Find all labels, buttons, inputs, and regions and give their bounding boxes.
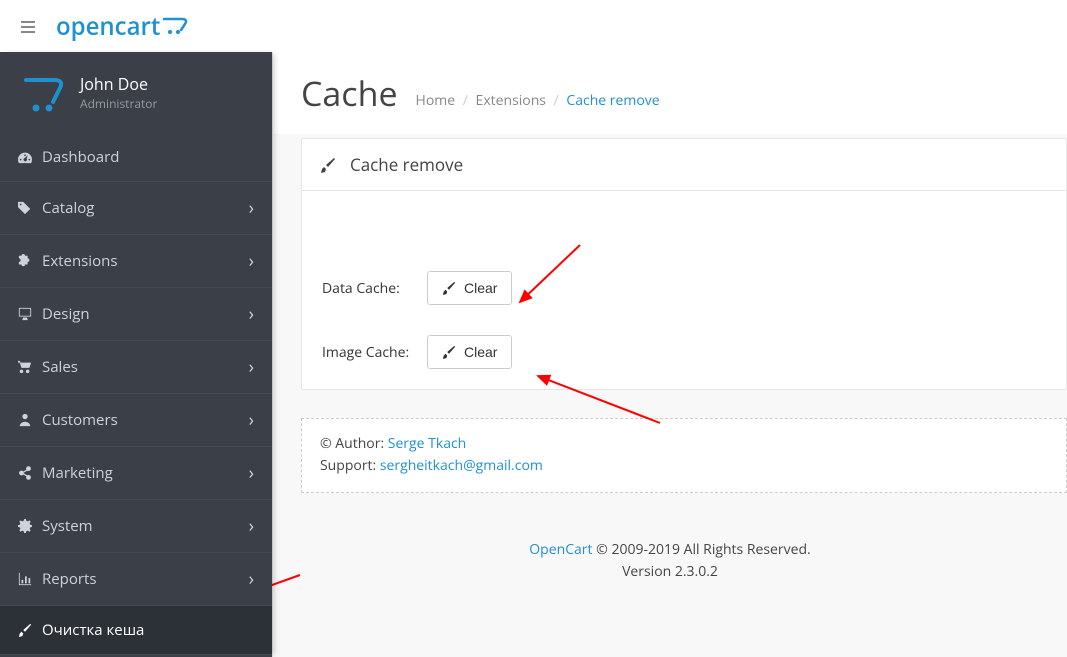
page-title: Cache [301,70,398,116]
desktop-icon [18,304,42,324]
chevron-right-icon: › [249,461,254,485]
sidebar-item-dashboard[interactable]: Dashboard [0,133,272,182]
sidebar-item-chart[interactable]: Reports› [0,553,272,606]
sidebar-item-label: Marketing [42,463,249,483]
row-data-cache: Data Cache: Clear [322,271,1046,305]
brush-icon [442,345,456,359]
clear-data-cache-button[interactable]: Clear [427,271,512,305]
sidebar-item-desktop[interactable]: Design› [0,288,272,341]
user-avatar-icon [20,70,65,115]
sidebar-item-tag[interactable]: Catalog› [0,182,272,235]
logo-text: opencart [56,10,160,43]
footer: OpenCart © 2009-2019 All Rights Reserved… [273,539,1067,584]
sidebar-item-label: Очистка кеша [42,620,254,640]
chevron-right-icon: › [249,302,254,326]
sidebar-item-user[interactable]: Customers› [0,394,272,447]
sidebar-item-label: Dashboard [42,147,254,167]
dashboard-icon [18,147,42,167]
chart-icon [18,569,42,589]
share-icon [18,463,42,483]
sidebar-item-label: Catalog [42,198,249,218]
panel-body: Data Cache: Clear Image Cache: Clear [302,191,1066,389]
sidebar-item-label: Sales [42,357,249,377]
brush-icon [320,157,336,173]
page-header: Cache Home / Extensions / Cache remove [273,52,1067,134]
brush-icon [442,281,456,295]
logo[interactable]: opencart [56,10,190,43]
support-email-link[interactable]: sergheitkach@gmail.com [380,456,543,475]
row-image-cache: Image Cache: Clear [322,335,1046,369]
label-data-cache: Data Cache: [322,279,427,298]
footer-brand-link[interactable]: OpenCart [529,540,592,559]
chevron-right-icon: › [249,567,254,591]
panel-cache-remove: Cache remove Data Cache: Clear Image Cac… [301,138,1067,390]
cog-icon [18,516,42,536]
sidebar-item-label: Extensions [42,251,249,271]
cart-icon [18,357,42,377]
chevron-right-icon: › [249,249,254,273]
chevron-right-icon: › [249,355,254,379]
sidebar-item-label: System [42,516,249,536]
panel-heading: Cache remove [302,139,1066,191]
footer-version: Version 2.3.0.2 [273,561,1067,583]
author-link[interactable]: Serge Tkach [388,434,467,453]
logo-cart-icon [162,17,190,35]
sidebar-item-label: Customers [42,410,249,430]
label-image-cache: Image Cache: [322,343,427,362]
sidebar-item-brush[interactable]: Очистка кеша [0,606,272,655]
chevron-right-icon: › [249,196,254,220]
breadcrumb-home[interactable]: Home [416,91,456,110]
sidebar-item-share[interactable]: Marketing› [0,447,272,500]
sidebar-item-label: Reports [42,569,249,589]
menu-toggle-icon[interactable] [20,15,36,37]
breadcrumb-extensions[interactable]: Extensions [476,91,546,110]
top-header: opencart [0,0,1067,52]
chevron-right-icon: › [249,514,254,538]
user-panel: John Doe Administrator [0,52,272,133]
sidebar-item-label: Design [42,304,249,324]
chevron-right-icon: › [249,408,254,432]
breadcrumb-current[interactable]: Cache remove [566,91,659,110]
sidebar-item-cog[interactable]: System› [0,500,272,553]
sidebar: John Doe Administrator DashboardCatalog›… [0,52,272,657]
clear-image-cache-button[interactable]: Clear [427,335,512,369]
user-icon [18,410,42,430]
user-name: John Doe [80,73,157,95]
sidebar-item-cart[interactable]: Sales› [0,341,272,394]
brush-icon [18,620,42,640]
author-box: © Author: Serge Tkach Support: sergheitk… [301,418,1067,493]
tag-icon [18,198,42,218]
puzzle-icon [18,251,42,271]
sidebar-nav: DashboardCatalog›Extensions›Design›Sales… [0,133,272,655]
panel-title: Cache remove [350,153,463,176]
sidebar-item-puzzle[interactable]: Extensions› [0,235,272,288]
main-content: Cache Home / Extensions / Cache remove C… [272,52,1067,657]
user-role: Administrator [80,95,157,112]
breadcrumb: Home / Extensions / Cache remove [416,91,660,116]
